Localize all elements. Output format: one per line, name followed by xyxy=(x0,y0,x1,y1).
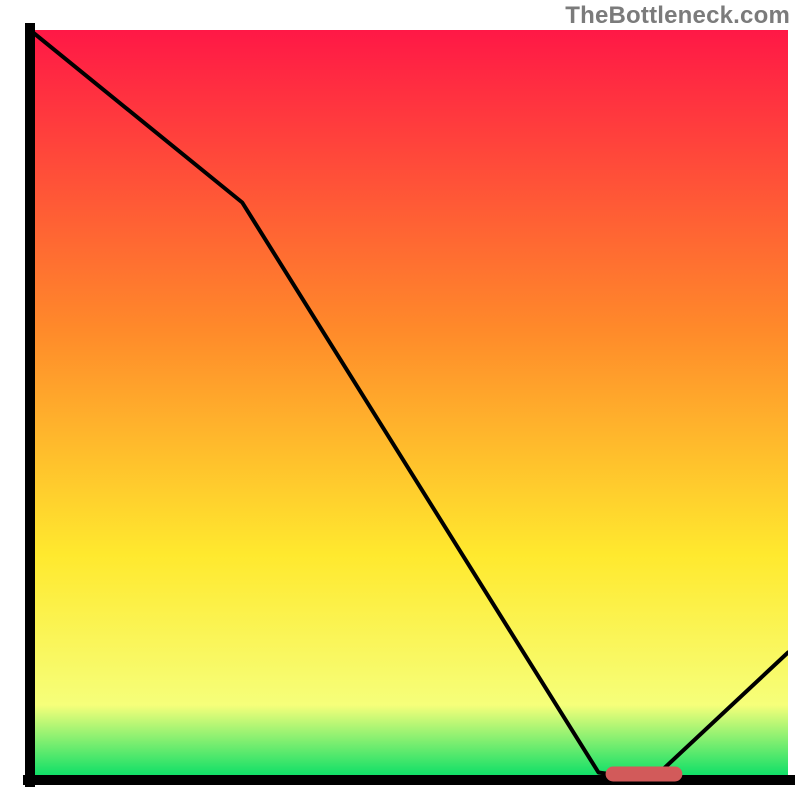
plot-background xyxy=(30,30,788,780)
chart-container: TheBottleneck.com xyxy=(0,0,800,800)
optimal-marker xyxy=(606,767,682,781)
bottleneck-chart xyxy=(0,0,800,800)
